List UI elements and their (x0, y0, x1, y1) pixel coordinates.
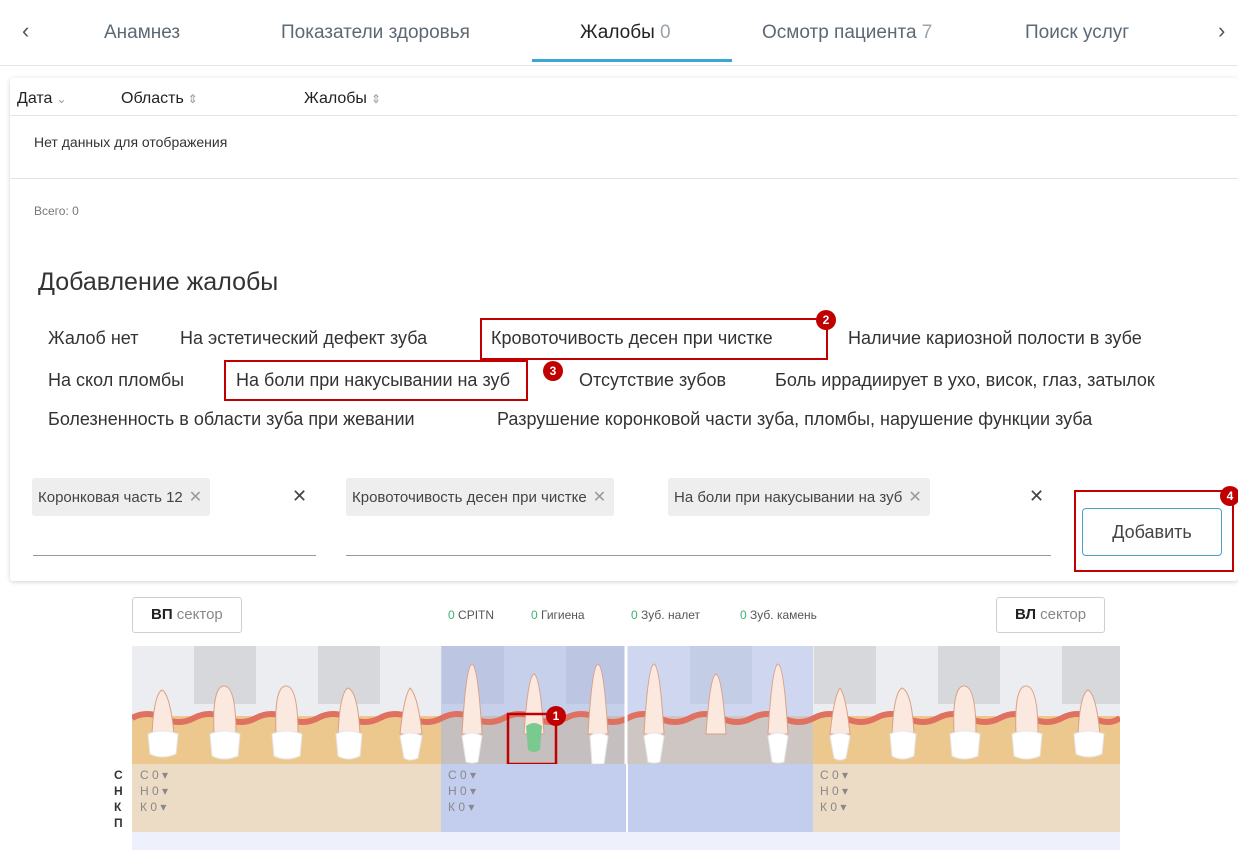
callout-badge: 2 (816, 310, 836, 330)
complaints-field-underline (346, 555, 1051, 556)
complaint-option[interactable]: Наличие кариозной полости в зубе (848, 328, 1142, 349)
measurement-select[interactable]: С 0 ▾ (448, 768, 476, 782)
tab-patient-exam[interactable]: Осмотр пациента 7 (762, 22, 932, 44)
complaint-option[interactable]: Разрушение коронковой части зуба, пломбы… (497, 409, 1092, 430)
tab-health-indicators[interactable]: Показатели здоровья (281, 22, 470, 44)
tooth-crown (767, 732, 789, 764)
row-label-k: К (114, 800, 122, 814)
measurement-footer (132, 832, 1120, 850)
clear-complaints-icon[interactable]: ✕ (1029, 486, 1044, 507)
divider (10, 115, 1238, 116)
divider (10, 178, 1238, 179)
measurement-select[interactable]: К 0 ▾ (448, 800, 474, 814)
stat-hygiene: 0 Гигиена (531, 608, 585, 622)
selected-area-tag: Коронковая часть 12 ✕ (32, 478, 211, 516)
selected-tooth[interactable] (526, 723, 542, 752)
section-title: Добавление жалобы (38, 268, 279, 296)
tooth-crown (271, 730, 303, 760)
close-icon[interactable]: ✕ (908, 489, 921, 506)
callout-box (224, 360, 528, 401)
tooth-crown (461, 732, 483, 764)
sort-icon: ⇕ (370, 92, 381, 106)
row-label-p: П (114, 816, 123, 830)
callout-box (480, 318, 828, 360)
stat-cpitn: 0 CPITN (448, 608, 495, 622)
tab-bar: ‹ Анамнез Показатели здоровья Жалобы 0 О… (0, 0, 1238, 66)
tooth-crown (1073, 730, 1105, 758)
row-label-n: Н (114, 784, 123, 798)
close-icon[interactable]: ✕ (189, 489, 202, 506)
column-area[interactable]: Область ⇕ (121, 90, 198, 108)
callout-badge: 4 (1220, 486, 1238, 506)
area-field-underline (33, 555, 316, 556)
total-count: Всего: 0 (34, 204, 79, 218)
tooth-column (814, 646, 876, 704)
complaint-option[interactable]: На скол пломбы (48, 370, 184, 391)
measurement-select[interactable]: С 0 ▾ (820, 768, 848, 782)
measurement-select[interactable]: К 0 ▾ (140, 800, 166, 814)
measurement-select[interactable]: Н 0 ▾ (448, 784, 476, 798)
tooth-crown (949, 730, 981, 760)
complaint-option[interactable]: Боль иррадиирует в ухо, висок, глаз, зат… (775, 370, 1155, 391)
empty-message: Нет данных для отображения (34, 134, 228, 150)
active-tab-indicator (532, 59, 732, 62)
measurement-select[interactable]: Н 0 ▾ (820, 784, 848, 798)
close-icon[interactable]: ✕ (593, 489, 606, 506)
complaint-option[interactable]: Жалоб нет (48, 328, 138, 349)
tooth-crown (147, 730, 179, 758)
tooth-crown (335, 730, 363, 760)
chevron-down-icon: ⌄ (56, 92, 67, 106)
callout-badge: 1 (546, 706, 566, 726)
tab-service-search[interactable]: Поиск услуг (1025, 22, 1129, 44)
selected-complaint-tag: Кровоточивость десен при чистке ✕ (346, 478, 615, 516)
complaint-option[interactable]: Болезненность в области зуба при жевании (48, 409, 415, 430)
upper-right-sector-button[interactable]: ВП сектор (132, 597, 242, 633)
callout-box (1074, 490, 1234, 572)
column-complaints[interactable]: Жалобы ⇕ (304, 90, 381, 108)
measurement-select[interactable]: К 0 ▾ (820, 800, 846, 814)
column-date[interactable]: Дата ⌄ (17, 90, 67, 108)
measurement-select[interactable]: С 0 ▾ (140, 768, 168, 782)
complaint-option[interactable]: Отсутствие зубов (579, 370, 726, 391)
tooth-crown (399, 732, 423, 761)
clear-area-icon[interactable]: ✕ (292, 486, 307, 507)
tooth-crown (209, 730, 241, 760)
complaint-option[interactable]: На эстетический дефект зуба (180, 328, 427, 349)
tooth-crown (1011, 730, 1043, 760)
upper-left-sector-button[interactable]: ВЛ сектор (996, 597, 1106, 633)
stat-plaque: 0 Зуб. налет (631, 608, 701, 622)
tooth-crown (643, 732, 665, 764)
callout-badge: 3 (543, 361, 563, 381)
selected-complaint-tag: На боли при накусывании на зуб ✕ (668, 478, 930, 516)
chevron-left-icon[interactable]: ‹ (22, 18, 29, 44)
chevron-right-icon[interactable]: › (1218, 18, 1225, 44)
row-label-c: С (114, 768, 123, 782)
sort-icon: ⇕ (187, 92, 198, 106)
tooth-crown (889, 730, 917, 760)
tooth-chart (132, 646, 1120, 764)
measurement-select[interactable]: Н 0 ▾ (140, 784, 168, 798)
tab-complaints[interactable]: Жалобы 0 (580, 22, 671, 44)
stat-calculus: 0 Зуб. камень (740, 608, 817, 622)
tab-anamnesis[interactable]: Анамнез (104, 22, 180, 44)
